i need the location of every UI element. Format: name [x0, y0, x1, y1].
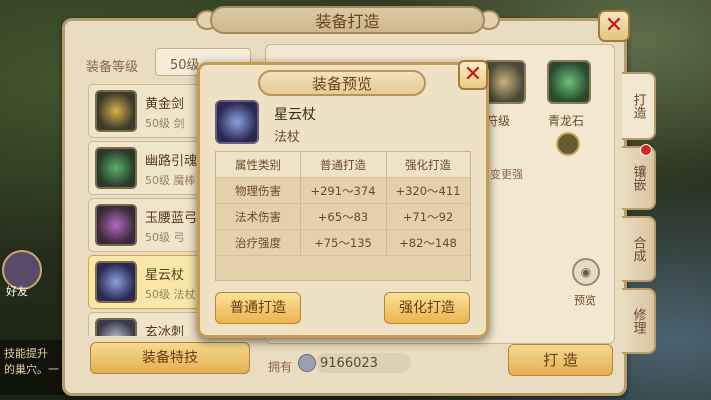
equipment-category: 剑 — [173, 117, 185, 130]
tab-inlay[interactable]: 镶嵌 — [622, 146, 656, 210]
dialog-title: 装备预览 — [311, 74, 372, 93]
close-dialog-button[interactable]: ✕ — [458, 60, 488, 90]
equipment-name: 黄金剑 — [145, 97, 185, 112]
table-cell: 法术伤害 — [235, 210, 281, 224]
panel-title: 装备打造 — [315, 12, 380, 31]
close-icon: ✕ — [604, 13, 624, 38]
table-row: 治疗强度 +75～135 +82～148 — [216, 230, 470, 256]
equipment-level: 50级 — [145, 174, 170, 187]
equipment-level-label: 装备等级 — [86, 60, 139, 75]
preview-label: 预览 — [574, 294, 596, 307]
table-cell: +320～411 — [395, 184, 461, 198]
table-cell: +75～135 — [314, 236, 372, 250]
material-label: 青龙石 — [548, 114, 585, 128]
enhanced-forge-button[interactable]: 强化打造 — [384, 292, 470, 324]
table-row: 法术伤害 +65～83 +71～92 — [216, 204, 470, 230]
star-staff-icon — [95, 261, 137, 303]
golden-sword-icon — [95, 90, 137, 132]
ice-spike-icon — [95, 318, 137, 336]
jade-stone-icon[interactable] — [547, 60, 591, 104]
equipment-meta: 50级 剑 — [145, 115, 185, 131]
attribute-table: 属性类别 普通打造 强化打造 物理伤害 +291～374 +320～411 法术… — [215, 151, 471, 281]
table-header-row: 属性类别 普通打造 强化打造 — [216, 152, 470, 178]
dialog-title-bar: 装备预览 — [258, 70, 426, 96]
equipment-category: 弓 — [173, 231, 185, 244]
normal-forge-button[interactable]: 普通打造 — [215, 292, 301, 324]
equipment-category: 魔棒 — [173, 174, 196, 187]
equipment-name: 星云杖 — [145, 268, 185, 283]
table-divider — [386, 152, 387, 256]
table-header-cell: 强化打造 — [405, 158, 451, 172]
equipment-name: 玄冰刺 — [145, 325, 185, 336]
tab-repair[interactable]: 修理 — [622, 288, 656, 354]
notification-badge — [640, 144, 652, 156]
equipment-meta: 50级 弓 — [145, 229, 185, 245]
equipment-category: 法杖 — [173, 288, 196, 301]
table-cell: +65～83 — [317, 210, 369, 224]
material-count-slot — [556, 132, 580, 156]
owned-label: 拥有 — [268, 360, 293, 374]
panel-title-bar: 装备打造 — [210, 6, 485, 34]
equipment-level: 50级 — [145, 288, 170, 301]
tab-combine[interactable]: 合成 — [622, 216, 656, 282]
chat-box[interactable]: 技能提升 的巢穴。一 — [0, 340, 70, 395]
table-header-cell: 普通打造 — [320, 158, 366, 172]
close-icon: ✕ — [463, 62, 483, 87]
preview-eye-icon[interactable]: ◉ — [572, 258, 600, 286]
dialog-item-type: 法杖 — [274, 130, 301, 145]
table-divider — [300, 152, 301, 256]
silver-coin-icon — [298, 354, 316, 372]
hint-text: 变更强 — [490, 168, 523, 181]
forge-button[interactable]: 打 造 — [508, 344, 613, 376]
equipment-special-skill-button[interactable]: 装备特技 — [90, 342, 250, 374]
table-row: 物理伤害 +291～374 +320～411 — [216, 178, 470, 204]
table-cell: 治疗强度 — [235, 236, 281, 250]
equipment-meta: 50级 法杖 — [145, 286, 196, 302]
chat-line: 技能提升 — [4, 347, 48, 360]
table-cell: +82～148 — [399, 236, 457, 250]
equipment-meta: 50级 魔棒 — [145, 172, 196, 188]
equipment-name: 玉腰蓝弓 — [145, 211, 198, 226]
material-label: 符级 — [486, 114, 511, 128]
magic-wand-icon — [95, 147, 137, 189]
dialog-item-name: 星云杖 — [274, 107, 316, 123]
table-cell: +291～374 — [310, 184, 376, 198]
equipment-level: 50级 — [145, 117, 170, 130]
equipment-level: 50级 — [145, 231, 170, 244]
bow-icon — [95, 204, 137, 246]
table-cell: +71～92 — [402, 210, 454, 224]
tab-forge[interactable]: 打造 — [622, 72, 656, 140]
equipment-name: 幽路引魂 — [145, 154, 198, 169]
friend-avatar-label: 好友 — [6, 285, 28, 298]
chat-line: 的巢穴。一 — [4, 363, 59, 376]
table-cell: 物理伤害 — [235, 184, 281, 198]
table-header-cell: 属性类别 — [235, 158, 281, 172]
owned-value: 9166023 — [320, 356, 378, 371]
close-panel-button[interactable]: ✕ — [598, 10, 630, 42]
star-staff-icon — [215, 100, 259, 144]
